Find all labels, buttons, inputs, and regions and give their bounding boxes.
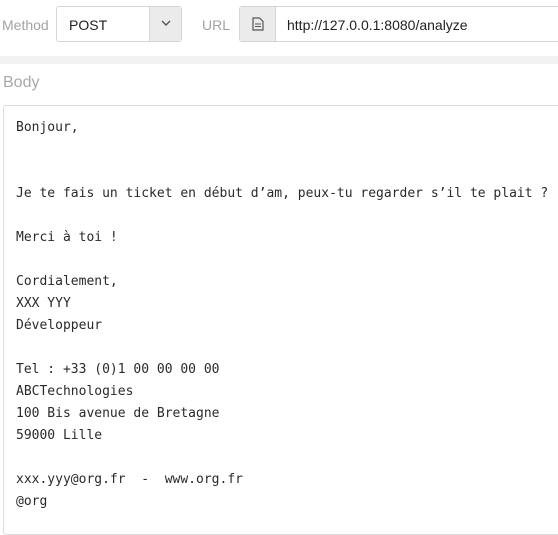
url-label: URL — [202, 17, 231, 33]
method-value: POST — [69, 17, 108, 33]
url-icon-container — [240, 7, 276, 41]
body-textarea[interactable]: Bonjour, Je te fais un ticket en début d… — [3, 105, 558, 535]
body-text[interactable]: Bonjour, Je te fais un ticket en début d… — [16, 117, 548, 513]
request-bar: Method POST URL http://127.0.0.1:8080/an… — [0, 0, 558, 56]
method-select[interactable]: POST — [56, 6, 182, 42]
chevron-down-icon — [161, 20, 171, 26]
url-field[interactable]: http://127.0.0.1:8080/analyze — [239, 6, 558, 42]
method-dropdown-toggle[interactable] — [149, 7, 181, 41]
body-label: Body — [3, 74, 40, 91]
url-input[interactable]: http://127.0.0.1:8080/analyze — [287, 17, 468, 33]
section-divider — [0, 56, 558, 64]
method-label: Method — [2, 17, 49, 33]
document-icon — [252, 17, 264, 31]
